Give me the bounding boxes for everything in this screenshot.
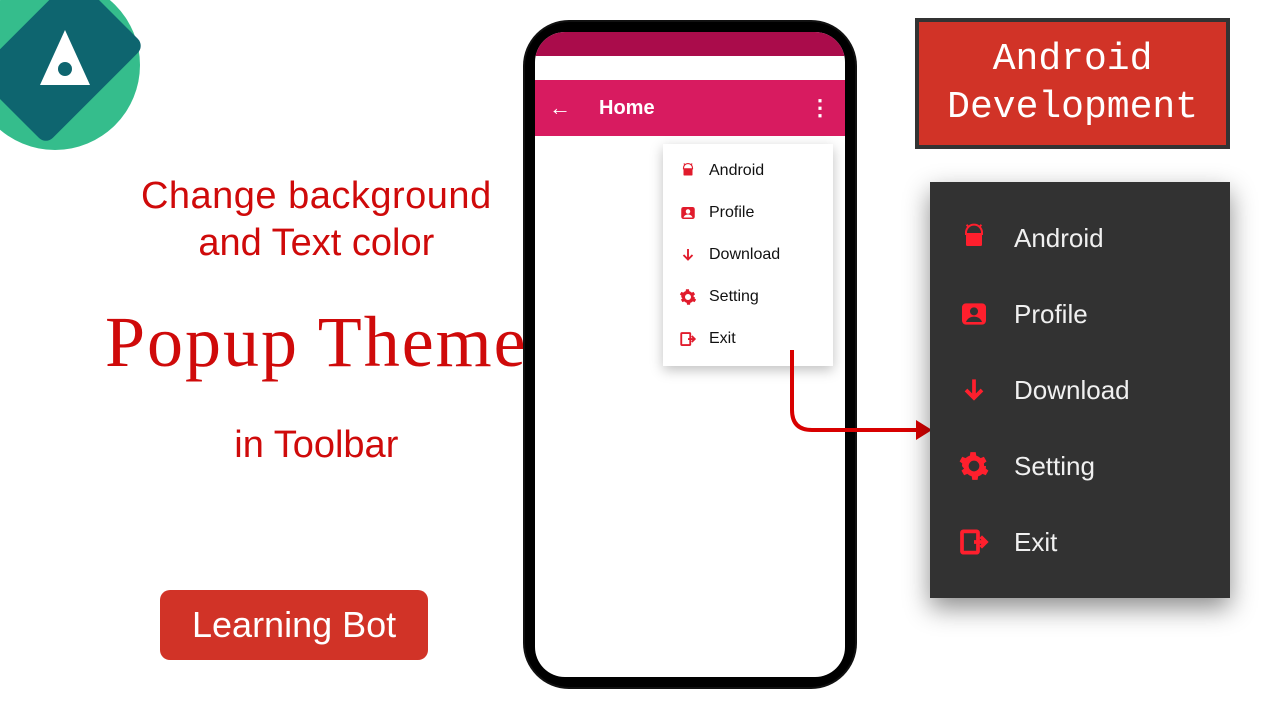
menu-item-label: Profile [709,204,754,222]
menu-item-profile[interactable]: Profile [663,192,833,234]
user-card-icon [958,298,990,330]
menu-item-android[interactable]: Android [663,150,833,192]
headline-line2: and Text color [105,222,528,265]
headline-line1: Change background [105,175,528,218]
android-studio-logo [0,0,170,180]
arrow-down-icon [958,374,990,406]
headline-block: Change background and Text color Popup T… [105,175,528,467]
phone-screen: ← Home ⋮ Android Profile [535,32,845,677]
menu-item-setting[interactable]: Setting [930,428,1230,504]
menu-item-label: Setting [1014,451,1095,482]
overflow-menu-icon[interactable]: ⋮ [809,95,831,121]
menu-item-label: Download [1014,375,1130,406]
app-toolbar: ← Home ⋮ [535,80,845,136]
android-robot-icon [958,222,990,254]
gear-icon [958,450,990,482]
gear-icon [679,288,697,306]
menu-item-label: Exit [709,330,736,348]
menu-item-download[interactable]: Download [663,234,833,276]
popup-menu-dark: Android Profile Download Setting Exit [930,182,1230,598]
popup-menu-light: Android Profile Download [663,144,833,366]
exit-icon [958,526,990,558]
category-banner: Android Development [915,18,1230,149]
menu-item-label: Exit [1014,527,1057,558]
menu-item-label: Profile [1014,299,1088,330]
back-arrow-icon[interactable]: ← [549,95,571,121]
menu-item-android[interactable]: Android [930,200,1230,276]
toolbar-title: Home [599,97,809,120]
headline-main: Popup Theme [105,301,528,384]
channel-badge: Learning Bot [160,590,428,660]
exit-icon [679,330,697,348]
arrow-down-icon [679,246,697,264]
menu-item-exit[interactable]: Exit [930,504,1230,580]
menu-item-label: Android [709,162,764,180]
headline-line4: in Toolbar [105,424,528,467]
user-card-icon [679,204,697,222]
status-bar [535,32,845,56]
menu-item-setting[interactable]: Setting [663,276,833,318]
android-robot-icon [679,162,697,180]
menu-item-label: Download [709,246,780,264]
banner-line1: Android [947,36,1198,84]
banner-line2: Development [947,84,1198,132]
menu-item-label: Setting [709,288,759,306]
menu-item-download[interactable]: Download [930,352,1230,428]
menu-item-exit[interactable]: Exit [663,318,833,360]
menu-item-profile[interactable]: Profile [930,276,1230,352]
menu-item-label: Android [1014,223,1104,254]
phone-mock: ← Home ⋮ Android Profile [525,22,855,687]
